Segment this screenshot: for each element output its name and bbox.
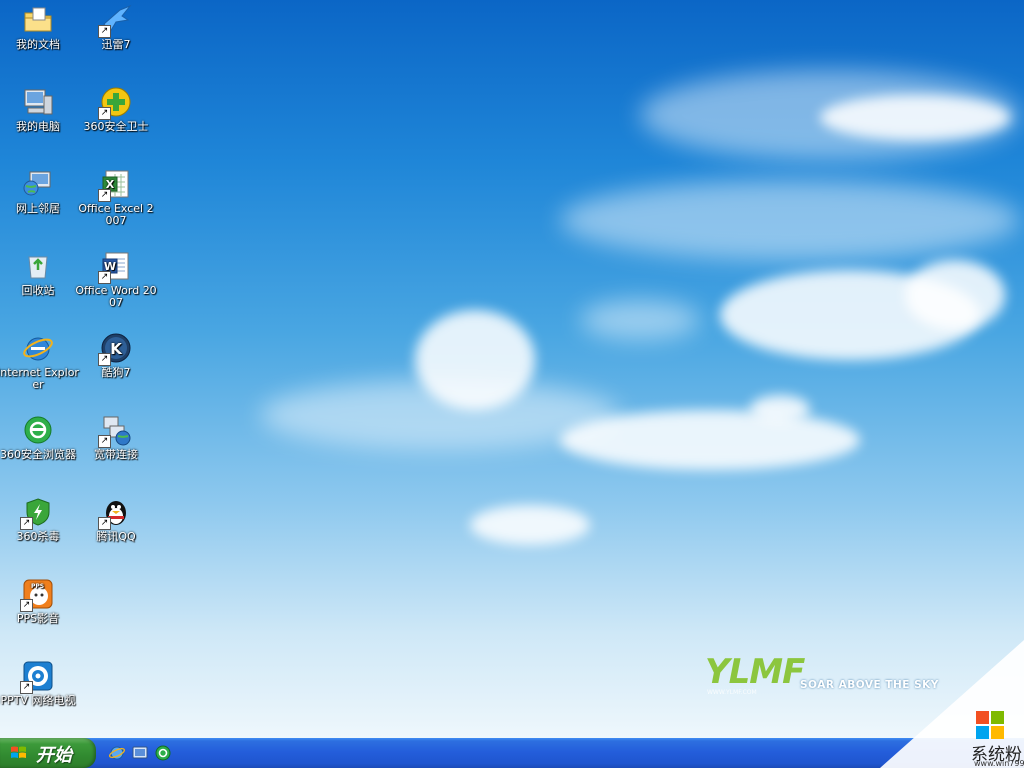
desktop-icon-label: 迅雷7 [101, 38, 131, 51]
network-places-icon [22, 168, 54, 200]
desktop-icon-360-antivirus[interactable]: ↗ 360杀毒 [0, 496, 79, 543]
quicklaunch-360-browser[interactable] [154, 744, 172, 762]
desktop-icon-label: PPS影音 [16, 612, 60, 625]
cloud [820, 95, 1010, 140]
start-label: 开始 [36, 745, 72, 766]
desktop-icon-kugou[interactable]: K ↗ 酷狗7 [75, 332, 157, 379]
desktop-icon-my-documents[interactable]: 我的文档 [0, 4, 79, 51]
desktop-icon-label: 酷狗7 [101, 366, 131, 379]
desktop-icon-label: 网上邻居 [16, 202, 60, 215]
shortcut-arrow-icon: ↗ [20, 681, 33, 694]
pptv-icon: ↗ [20, 660, 54, 694]
quicklaunch-show-desktop[interactable] [131, 744, 149, 762]
cloud [470, 505, 590, 545]
desktop-icon-my-computer[interactable]: 我的电脑 [0, 86, 79, 133]
pps-player-icon: PPS ↗ [20, 578, 54, 612]
desktop-icon-excel[interactable]: X ↗ Office Excel 2007 [75, 168, 157, 227]
desktop-icon-label: 360安全卫士 [83, 120, 149, 133]
shortcut-arrow-icon: ↗ [98, 189, 111, 202]
desktop-icon-word[interactable]: W ↗ Office Word 2007 [75, 250, 157, 309]
shortcut-arrow-icon: ↗ [98, 107, 111, 120]
start-button[interactable]: 开始 [0, 738, 96, 768]
shortcut-arrow-icon: ↗ [20, 599, 33, 612]
wallpaper-url: WWW.YLMF.COM [707, 689, 757, 696]
cloud [905, 260, 1005, 330]
shortcut-arrow-icon: ↗ [20, 517, 33, 530]
wallpaper-slogan: SOAR ABOVE THE SKY [800, 679, 939, 691]
svg-text:PPS: PPS [31, 583, 44, 590]
windows-logo-icon [11, 746, 26, 758]
desktop-icon-pptv[interactable]: ↗ PPTV 网络电视 [0, 660, 79, 707]
folder-documents-icon [22, 4, 54, 36]
cloud [750, 395, 810, 423]
recycle-bin-icon [22, 250, 54, 282]
360-browser-icon [22, 414, 54, 446]
desktop-icon-label: Internet Explorer [0, 366, 79, 391]
shortcut-arrow-icon: ↗ [98, 25, 111, 38]
desktop[interactable]: 我的文档 ↗ 迅雷7 我的电脑 ↗ 360安全卫士 网上邻居 X ↗ Offic… [0, 0, 1024, 738]
desktop-icon-label: 360安全浏览器 [0, 448, 76, 461]
desktop-icon-label: 回收站 [21, 284, 55, 297]
desktop-icon-label: Office Word 2007 [75, 284, 157, 309]
my-computer-icon [22, 86, 54, 118]
desktop-icon-label: 宽带连接 [94, 448, 138, 461]
internet-explorer-icon [108, 746, 126, 760]
360-antivirus-icon: ↗ [20, 496, 54, 530]
desktop-icon-360-browser[interactable]: 360安全浏览器 [0, 414, 79, 461]
desktop-icon-label: 360杀毒 [16, 530, 60, 543]
ylmf-logo-mark: YLMF [705, 652, 805, 692]
desktop-icon-label: 我的电脑 [16, 120, 60, 133]
shortcut-arrow-icon: ↗ [98, 271, 111, 284]
shortcut-arrow-icon: ↗ [98, 517, 111, 530]
360-browser-icon [155, 745, 171, 761]
desktop-icon-label: Office Excel 2007 [78, 202, 154, 227]
word-icon: W ↗ [98, 250, 132, 284]
desktop-icon-thunder[interactable]: ↗ 迅雷7 [75, 4, 157, 51]
cloud [560, 410, 860, 470]
desktop-icon-360-safeguard[interactable]: ↗ 360安全卫士 [75, 86, 157, 133]
cloud [560, 180, 1020, 260]
desktop-icon-pps[interactable]: PPS ↗ PPS影音 [0, 578, 79, 625]
qq-penguin-icon: ↗ [98, 496, 132, 530]
quicklaunch-internet-explorer[interactable] [108, 744, 126, 762]
broadband-connection-icon: ↗ [98, 414, 132, 448]
internet-explorer-icon [22, 332, 54, 364]
desktop-icon-qq[interactable]: ↗ 腾讯QQ [75, 496, 157, 543]
svg-text:K: K [110, 340, 123, 358]
desktop-icon-network-places[interactable]: 网上邻居 [0, 168, 79, 215]
desktop-icon-internet-explorer[interactable]: Internet Explorer [0, 332, 79, 391]
desktop-icon-label: 我的文档 [16, 38, 60, 51]
desktop-icon-label: PPTV 网络电视 [0, 694, 76, 707]
cloud [580, 300, 700, 340]
excel-icon: X ↗ [98, 168, 132, 202]
desktop-icon-recycle-bin[interactable]: 回收站 [0, 250, 79, 297]
show-desktop-icon [132, 746, 148, 759]
wallpaper-logo: YLMF SOAR ABOVE THE SKY WWW.YLMF.COM [697, 652, 957, 698]
shortcut-arrow-icon: ↗ [98, 353, 111, 366]
desktop-icon-label: 腾讯QQ [96, 530, 136, 543]
taskbar[interactable]: 开始 [0, 738, 1024, 768]
desktop-icon-broadband[interactable]: ↗ 宽带连接 [75, 414, 157, 461]
thunder-bird-icon: ↗ [98, 4, 132, 38]
360-safeguard-icon: ↗ [98, 86, 132, 120]
shortcut-arrow-icon: ↗ [98, 435, 111, 448]
kugou-icon: K ↗ [98, 332, 132, 366]
